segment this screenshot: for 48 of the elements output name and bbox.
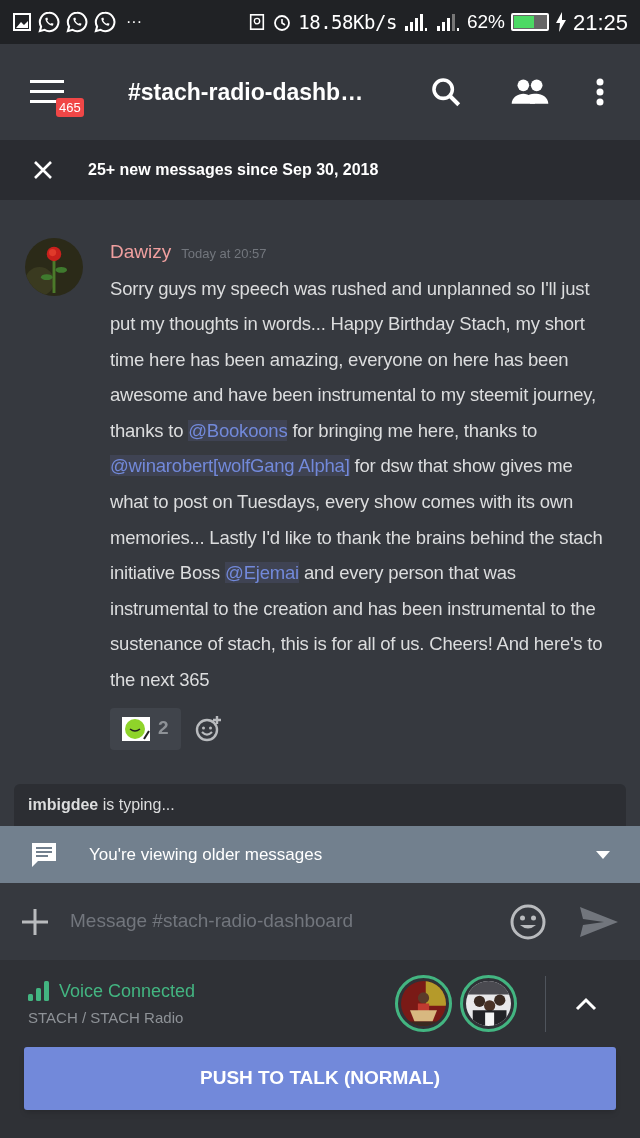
reaction-count: 2 <box>158 716 169 741</box>
emoji-icon <box>122 716 150 741</box>
add-icon[interactable] <box>22 908 48 935</box>
channel-title: #stach-radio-dashb… <box>128 77 364 107</box>
push-to-talk-button[interactable]: PUSH TO TALK (NORMAL) <box>24 1047 616 1110</box>
older-messages-bar[interactable]: You're viewing older messages <box>0 826 640 883</box>
older-messages-text: You're viewing older messages <box>89 843 323 866</box>
user-mention[interactable]: @Bookoons <box>188 419 288 441</box>
typing-text: imbigdee is typing... <box>28 795 175 815</box>
user-mention[interactable]: @winarobert[wolfGang Alpha] <box>110 455 350 477</box>
network-speed: 18.58Kb/s <box>298 9 397 35</box>
signal-icon <box>434 12 461 32</box>
emoji-icon[interactable] <box>510 903 546 940</box>
unread-badge: 465 <box>56 98 84 117</box>
signal-icon <box>402 12 429 32</box>
add-emoji-icon <box>194 714 223 743</box>
participant-avatar[interactable] <box>460 975 517 1032</box>
message-text: Sorry guys my speech was rushed and unplanned so I'll just put my thoughts in words... Happy Birthday Stach, my short time here has been amazing, everyone on here has been awesome and have been instrumental to my steemit journey, thanks to @Bookoons for bringing me here, thanks to @winarobert[wolfGang Alpha] for dsw that show gives me what to post on Tuesdays, every show comes with its own memories... Lastly I'd like to thank the brains behind the stach initiative Boss @Ejemai and every person that was instrumental to the creation and has been instrumental to the sustenance of stach, this is for all of us. Cheers! And here's to the next 365 <box>110 276 604 693</box>
user-mention[interactable]: @Ejemai <box>225 562 299 584</box>
chevron-up-icon <box>575 996 597 1011</box>
voice-channel: STACH / STACH Radio <box>28 1007 185 1028</box>
image-icon <box>12 12 32 32</box>
chat-bubble-icon <box>66 11 88 33</box>
chat-bubble-icon <box>94 11 116 33</box>
clock: 21:25 <box>572 8 628 37</box>
signal-strength-icon <box>28 981 50 1002</box>
battery-icon <box>510 13 549 31</box>
message-input[interactable]: Message #stach-radio-dashboard <box>70 907 510 936</box>
new-messages-banner[interactable]: 25+ new messages since Sep 30, 2018 <box>0 140 640 200</box>
reaction-button[interactable]: 2 <box>110 707 181 750</box>
voice-status: Voice Connected <box>59 979 196 1003</box>
author-name[interactable]: Dawizy <box>110 238 172 267</box>
chat-bubble-icon <box>38 11 60 33</box>
sim-card-icon <box>248 12 267 32</box>
menu-icon <box>30 79 64 105</box>
search-icon <box>429 75 463 109</box>
send-icon[interactable] <box>580 906 618 937</box>
more-icon <box>596 78 604 106</box>
participant-avatar[interactable] <box>395 975 452 1032</box>
battery-percent: 62% <box>466 9 505 34</box>
charging-icon <box>554 12 567 32</box>
banner-text: 25+ new messages since Sep 30, 2018 <box>88 160 379 180</box>
dropdown-icon <box>596 850 610 859</box>
message-time: Today at 20:57 <box>181 245 267 263</box>
more-notifications: ··· <box>126 12 142 32</box>
chat-icon <box>30 840 58 869</box>
close-icon[interactable] <box>33 160 53 180</box>
alarm-icon <box>272 12 293 32</box>
